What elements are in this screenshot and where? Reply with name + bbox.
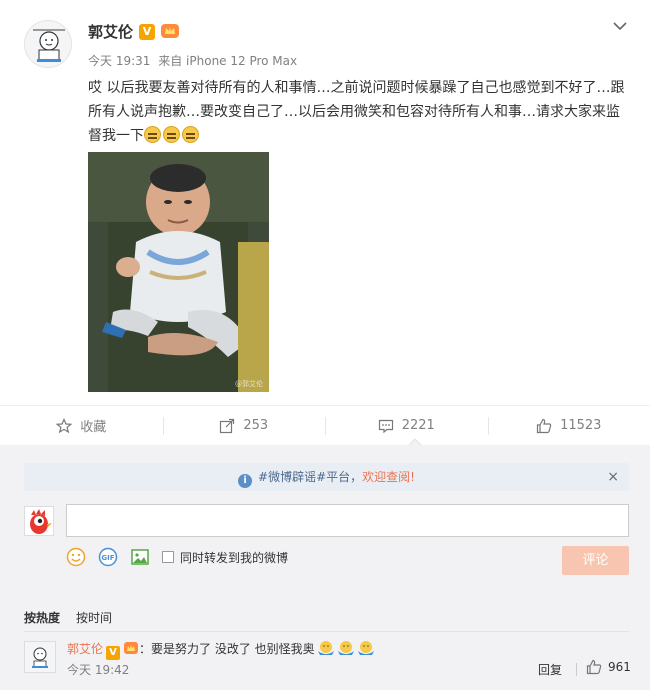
weibo-post-page: 郭艾伦 V 今天 19:31 来自 iPhone 12 Pro Max 哎 以后… — [0, 0, 650, 690]
author-name[interactable]: 郭艾伦 — [88, 21, 133, 42]
repost-count: 253 — [243, 418, 269, 433]
comment-reply-button[interactable]: 回复 — [538, 661, 562, 678]
like-count: 11523 — [560, 418, 602, 433]
vip-crown-icon — [124, 642, 139, 654]
post-photo[interactable]: @郭艾伦 — [88, 152, 269, 392]
verified-badge-icon: V — [106, 646, 121, 660]
thumbs-up-icon — [586, 659, 602, 675]
comment-author-avatar[interactable] — [24, 641, 56, 673]
comment-section: i #微博辟谣#平台，欢迎查阅! × GIF 同时转发到我的微博 评论 按热度 … — [0, 445, 650, 690]
author-avatar[interactable] — [24, 20, 72, 68]
repost-checkbox[interactable] — [162, 551, 174, 563]
sort-by-hot-tab[interactable]: 按热度 — [24, 611, 60, 625]
comment-sort-tabs: 按热度 按时间 — [24, 609, 112, 626]
comment-actions-divider — [576, 663, 577, 676]
favorite-button[interactable]: 收藏 — [0, 406, 163, 445]
comment-count: 2221 — [401, 418, 435, 433]
svg-text:GIF: GIF — [101, 554, 114, 562]
comment-toolbar: GIF 同时转发到我的微博 — [66, 545, 288, 569]
current-user-avatar — [24, 506, 54, 536]
comment-like-button[interactable]: 961 — [586, 659, 631, 675]
repost-button[interactable]: 253 — [162, 406, 326, 445]
post-meta: 今天 19:31 来自 iPhone 12 Pro Max — [88, 52, 297, 69]
hug-emoji-icon — [337, 641, 354, 655]
post-text: 哎 以后我要友善对待所有的人和事情…之前说问题时候暴躁了自己也感觉到不好了…跟所… — [88, 76, 628, 148]
expressionless-emoji-icon — [144, 126, 161, 143]
star-icon — [56, 417, 73, 433]
post-source: 来自 iPhone 12 Pro Max — [158, 54, 298, 68]
vip-crown-icon — [161, 24, 179, 38]
comment-author-name[interactable]: 郭艾伦 — [67, 642, 103, 656]
hug-emoji-icon — [357, 641, 374, 655]
comment-icon — [378, 419, 393, 433]
info-icon: i — [238, 474, 253, 488]
emoji-picker-icon[interactable] — [66, 547, 86, 567]
like-button[interactable]: 11523 — [487, 406, 650, 445]
comment-text: ：要是努力了 没改了 也别怪我奥 — [139, 642, 315, 656]
comment-like-count: 961 — [608, 660, 631, 674]
notice-link[interactable]: 欢迎查阅! — [362, 470, 415, 484]
repost-checkbox-label[interactable]: 同时转发到我的微博 — [180, 549, 288, 566]
image-upload-icon[interactable] — [130, 547, 150, 567]
comment-button[interactable]: 2221 — [325, 406, 488, 445]
expressionless-emoji-icon — [182, 126, 199, 143]
favorite-label: 收藏 — [80, 420, 107, 435]
expressionless-emoji-icon — [163, 126, 180, 143]
hug-emoji-icon — [317, 641, 334, 655]
comment-input[interactable] — [66, 504, 629, 537]
chevron-down-icon[interactable] — [612, 18, 628, 34]
thumbs-up-icon — [536, 418, 552, 433]
comment-time: 今天 19:42 — [67, 663, 130, 677]
gif-picker-icon[interactable]: GIF — [98, 547, 118, 567]
photo-watermark: @郭艾伦 — [235, 380, 263, 388]
rumor-notice-banner: i #微博辟谣#平台，欢迎查阅! × — [24, 463, 629, 491]
repost-icon — [220, 418, 235, 433]
post-card: 郭艾伦 V 今天 19:31 来自 iPhone 12 Pro Max 哎 以后… — [0, 0, 650, 400]
close-icon[interactable]: × — [607, 463, 619, 491]
post-action-bar: 收藏 253 2221 11523 — [0, 405, 650, 445]
sort-divider — [24, 631, 629, 632]
comment-item: 郭艾伦 V ：要是努力了 没改了 也别怪我奥 — [67, 639, 375, 660]
verified-badge-icon: V — [139, 24, 155, 40]
notice-text: #微博辟谣#平台， — [258, 470, 363, 484]
sort-by-time-tab[interactable]: 按时间 — [76, 611, 112, 625]
submit-comment-button[interactable]: 评论 — [562, 546, 629, 575]
post-time[interactable]: 今天 19:31 — [88, 54, 150, 68]
